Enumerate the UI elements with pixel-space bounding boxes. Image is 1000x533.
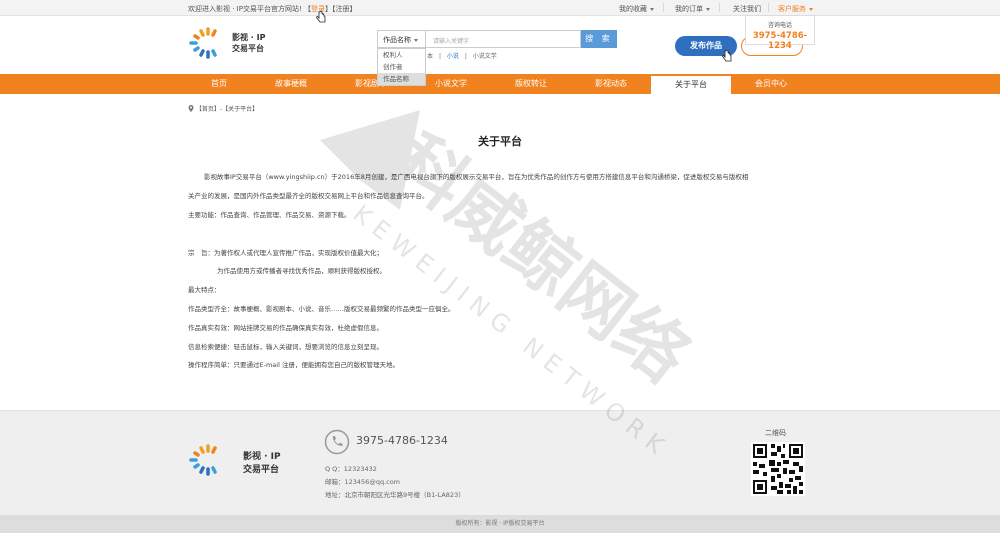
- hotline-popup: 咨询电话 3975-4786-1234: [745, 15, 815, 51]
- footer-qq: Q Q：12323432: [325, 465, 377, 473]
- login-register: 【登录】【注册】: [304, 5, 357, 13]
- footer: [0, 410, 1000, 515]
- footer-email: 邮箱：123456@qq.com: [325, 478, 401, 486]
- search-input[interactable]: 请输入关键字: [425, 30, 581, 48]
- paragraph: 信息检索便捷：轻击鼠标，输入关键词，想要浏览的信息立刻呈现。: [188, 343, 383, 351]
- dropdown-option[interactable]: 创作者: [378, 61, 425, 73]
- main-nav: 首页 故事梗概 影视剧本 小说文学 版权转让 影视动态 关于平台 会员中心: [0, 74, 1000, 94]
- paragraph: 影视故事IP交易平台（www.yingshiip.cn）于2016年8月创建，是…: [204, 173, 749, 181]
- dropdown-option-selected[interactable]: 作品名称: [378, 73, 425, 85]
- nav-home[interactable]: 首页: [179, 74, 259, 94]
- paragraph: 为作品使用方或传播者寻找优秀作品，顺利获得版权授权。: [217, 267, 386, 275]
- follow-link[interactable]: 关注我们: [733, 4, 761, 14]
- service-menu[interactable]: 客户服务: [778, 4, 813, 14]
- paragraph: 操作程序简单：只要通过E-mail 注册，便能拥有您自己的版权管理天地。: [188, 361, 399, 369]
- divider: [719, 3, 720, 12]
- register-link[interactable]: 注册: [336, 5, 350, 13]
- qr-code-icon: [751, 442, 805, 496]
- chevron-down-icon: [650, 7, 654, 11]
- hand-cursor-icon: [722, 50, 732, 62]
- nav-story-synopsis[interactable]: 故事梗概: [251, 74, 331, 94]
- logo-text: 影视 · IP 交易平台: [232, 33, 266, 53]
- search-type-dropdown: 权利人 创作者 作品名称: [377, 48, 426, 86]
- dropdown-option[interactable]: 权利人: [378, 49, 425, 61]
- welcome-text: 欢迎进入影视 · IP交易平台官方网站!: [188, 5, 302, 13]
- paragraph: 关产业的发展，是国内外作品类型最齐全的版权交易网上平台和作品信息查询平台。: [188, 192, 429, 200]
- nav-copyright-transfer[interactable]: 版权转让: [491, 74, 571, 94]
- hot-keyword[interactable]: 本: [427, 53, 433, 60]
- hotline-number: 3975-4786-1234: [752, 31, 808, 51]
- breadcrumb-text[interactable]: 【首页】-【关于平台】: [196, 106, 258, 113]
- breadcrumb: 【首页】-【关于平台】: [188, 104, 258, 113]
- search-button[interactable]: 搜 索: [581, 30, 617, 48]
- hand-cursor-icon: [316, 11, 326, 23]
- paragraph: 最大特点：: [188, 286, 221, 294]
- chevron-down-icon: [706, 7, 710, 11]
- paragraph: 主要功能：作品查询、作品管理、作品交易、资源下载。: [188, 211, 351, 219]
- orders-menu[interactable]: 我的订单: [675, 4, 710, 14]
- nav-member-center[interactable]: 会员中心: [731, 74, 811, 94]
- location-pin-icon: [188, 105, 194, 112]
- paragraph: 作品真实有效：网站挂牌交易的作品确保真实有效，杜绝虚假信息。: [188, 324, 383, 332]
- footer-logo-text: 影视 · IP 交易平台: [243, 452, 281, 475]
- watermark-cn: 科威鲸网络: [378, 118, 704, 398]
- hot-keyword[interactable]: 小说: [447, 53, 459, 60]
- chevron-down-icon: [414, 38, 418, 42]
- nav-film-news[interactable]: 影视动态: [571, 74, 651, 94]
- hotline-title: 咨询电话: [767, 22, 792, 29]
- chevron-down-icon: [809, 7, 813, 11]
- divider: [768, 3, 769, 12]
- phone-icon: [324, 429, 350, 455]
- page-title: 关于平台: [478, 135, 522, 148]
- footer-logo-icon: [189, 444, 217, 476]
- favorites-menu[interactable]: 我的收藏: [619, 4, 654, 14]
- hot-keywords: 本 | 小说 | 小说文学: [427, 53, 497, 60]
- footer-address: 地址：北京市朝阳区光华路9号楼（B1-LA823）: [325, 491, 465, 499]
- top-bar: 欢迎进入影视 · IP交易平台官方网站! 【登录】【注册】 我的收藏 我的订单 …: [0, 0, 1000, 16]
- paragraph: 作品类型齐全：故事梗概、影视剧本、小说、音乐……版权交易最频繁的作品类型一应俱全…: [188, 305, 455, 313]
- divider: [663, 3, 664, 12]
- hot-keyword[interactable]: 小说文学: [473, 53, 497, 60]
- nav-about-platform[interactable]: 关于平台: [651, 74, 731, 94]
- paragraph: 宗 旨：为著作权人或代理人宣传推广作品，实现版权价值最大化；: [188, 249, 383, 257]
- logo-icon: [189, 27, 217, 59]
- footer-phone: 3975-4786-1234: [356, 434, 448, 447]
- qr-title: 二维码: [765, 429, 786, 437]
- search-type-select[interactable]: 作品名称: [377, 30, 426, 48]
- copyright-bar: 版权所有：影视 · IP版权交易平台: [0, 515, 1000, 533]
